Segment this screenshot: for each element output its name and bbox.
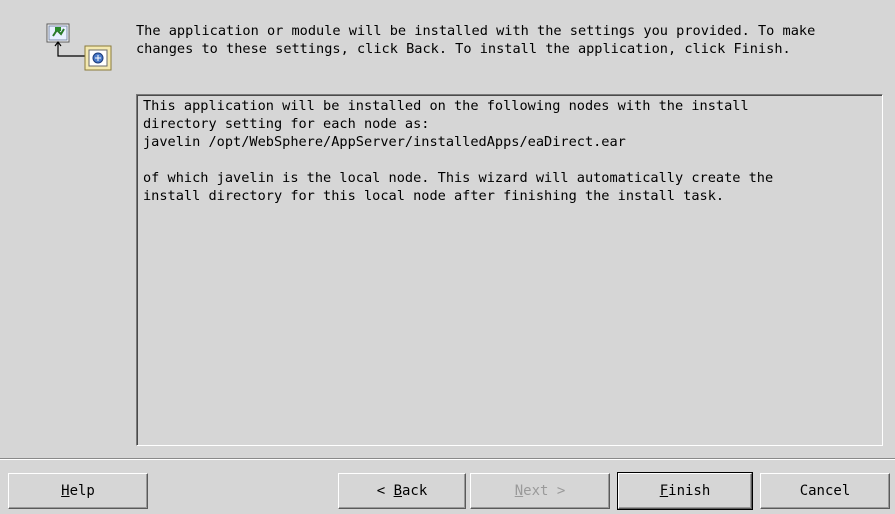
back-prefix: < xyxy=(376,483,394,499)
finish-mnemonic: F xyxy=(659,483,669,499)
cancel-button[interactable]: Cancel xyxy=(760,473,890,509)
install-wizard-icon xyxy=(45,22,117,82)
help-button[interactable]: Help xyxy=(8,473,148,509)
back-button[interactable]: < Back xyxy=(338,473,466,509)
next-mnemonic: N xyxy=(514,483,524,499)
back-mnemonic: B xyxy=(393,483,402,499)
help-label-rest: elp xyxy=(69,483,95,499)
install-details-panel[interactable]: This application will be installed on th… xyxy=(136,94,883,446)
details-line: This application will be installed on th… xyxy=(143,98,749,114)
back-label-rest: ack xyxy=(402,483,428,499)
details-line: directory setting for each node as: xyxy=(143,116,430,132)
cancel-label: Cancel xyxy=(799,483,851,499)
finish-label-rest: inish xyxy=(668,483,711,499)
details-line: javelin /opt/WebSphere/AppServer/install… xyxy=(143,134,626,150)
intro-line-1: The application or module will be instal… xyxy=(136,23,816,39)
details-line: of which javelin is the local node. This… xyxy=(143,170,774,186)
help-mnemonic: H xyxy=(61,483,70,499)
intro-line-2: changes to these settings, click Back. T… xyxy=(136,41,791,57)
next-button[interactable]: Next > xyxy=(470,473,610,509)
details-line: install directory for this local node af… xyxy=(143,188,725,204)
button-bar-separator xyxy=(0,458,895,460)
next-label-rest: ext > xyxy=(523,483,566,499)
finish-button[interactable]: Finish xyxy=(617,472,753,510)
intro-text: The application or module will be instal… xyxy=(136,22,888,58)
